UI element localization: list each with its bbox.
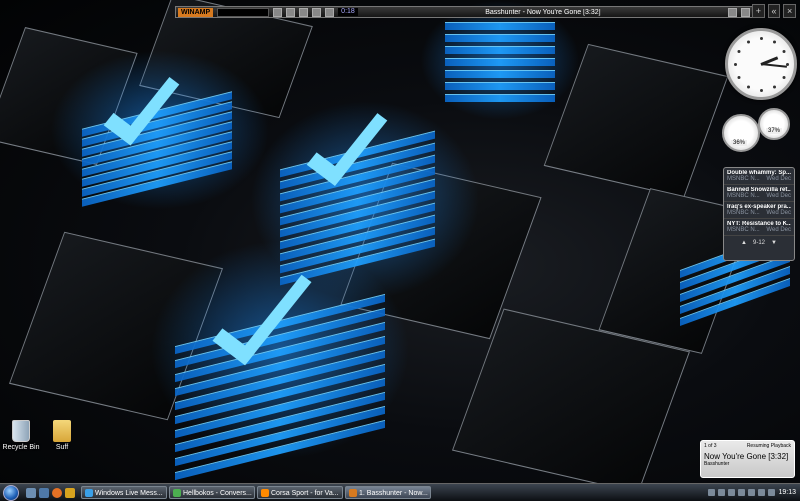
clock-tick xyxy=(736,75,740,79)
show-desktop-icon[interactable] xyxy=(26,487,36,498)
firefox-icon[interactable] xyxy=(52,487,62,498)
news-item[interactable]: Double whammy: Sp... MSNBC N... Wed Dec xyxy=(724,168,794,185)
recycle-bin-icon xyxy=(12,420,30,442)
desktop-icon-recycle-bin[interactable]: Recycle Bin xyxy=(1,420,41,451)
cpu-value: 36% xyxy=(731,140,748,146)
news-next-button[interactable]: ▼ xyxy=(771,240,777,246)
network-icon[interactable] xyxy=(758,489,766,496)
pause-button[interactable] xyxy=(299,7,309,17)
clock-tick xyxy=(772,39,776,43)
close-button[interactable] xyxy=(741,7,750,17)
tray-icon[interactable] xyxy=(718,489,726,496)
switch-windows-icon[interactable] xyxy=(39,487,49,498)
desktop[interactable]: WINAMP 0:18 Basshunter - Now You're Gone… xyxy=(0,0,800,483)
desktop-icon-suff-folder[interactable]: Suff xyxy=(42,420,82,451)
news-source: MSNBC N... xyxy=(727,193,760,199)
add-gadget-button[interactable]: + xyxy=(752,4,765,18)
sidebar-nav-button[interactable]: « xyxy=(767,4,781,18)
notification-counter: 1 of 3 xyxy=(704,443,717,449)
notification-song: Now You're Gone [3:32] xyxy=(704,452,789,461)
news-item[interactable]: Iraq's ex-speaker pra... MSNBC N... Wed D… xyxy=(724,202,794,219)
news-prev-button[interactable]: ▲ xyxy=(741,240,747,246)
folder-icon xyxy=(53,420,71,442)
clock-tick xyxy=(736,49,740,53)
start-button[interactable] xyxy=(0,484,22,501)
news-pager: ▲ 9-12 ▼ xyxy=(724,236,794,250)
clock-tick xyxy=(746,85,750,89)
taskbar-task-active[interactable]: 1. Basshunter - Now... xyxy=(345,486,431,499)
memory-dial xyxy=(758,108,790,140)
news-source: MSNBC N... xyxy=(727,227,760,233)
cpu-meter-gadget[interactable]: 36% 37% xyxy=(722,108,792,156)
volume-icon[interactable] xyxy=(768,489,776,496)
clock-tick xyxy=(782,75,786,79)
stop-button[interactable] xyxy=(312,7,322,17)
news-date: Wed Dec xyxy=(766,176,791,182)
taskbar-task[interactable]: Hellbokos - Convers... xyxy=(169,486,255,499)
play-button[interactable] xyxy=(286,7,296,17)
tray-icon[interactable] xyxy=(708,489,716,496)
winamp-icon[interactable] xyxy=(65,487,75,498)
clock-gadget[interactable] xyxy=(725,28,797,100)
news-item[interactable]: NYT: Resistance to K... MSNBC N... Wed De… xyxy=(724,219,794,236)
minimize-button[interactable] xyxy=(728,7,737,17)
sidebar-toolbar: + « × xyxy=(752,4,797,18)
winamp-logo: WINAMP xyxy=(178,7,214,17)
system-tray: 19:13 xyxy=(708,489,800,496)
news-date: Wed Dec xyxy=(766,193,791,199)
prev-button[interactable] xyxy=(273,7,283,17)
winamp-player-bar[interactable]: WINAMP 0:18 Basshunter - Now You're Gone… xyxy=(175,6,753,18)
clock-tick xyxy=(733,62,737,66)
notification-status: Resuming Playback xyxy=(746,443,791,449)
winamp-visualizer xyxy=(217,7,270,17)
news-item[interactable]: Banned Snowzilla ret... MSNBC N... Wed De… xyxy=(724,185,794,202)
tray-icon[interactable] xyxy=(728,489,736,496)
cpu-dial xyxy=(722,114,760,152)
taskbar-task[interactable]: Corsa Sport - for Va... xyxy=(257,486,343,499)
clock-tick xyxy=(772,85,776,89)
clock-tick xyxy=(759,36,763,40)
news-feed-gadget[interactable]: Double whammy: Sp... MSNBC N... Wed Dec B… xyxy=(723,167,795,261)
taskbar: Windows Live Mess... Hellbokos - Convers… xyxy=(0,483,800,501)
tray-icon[interactable] xyxy=(738,489,746,496)
next-button[interactable] xyxy=(325,7,335,17)
news-source: MSNBC N... xyxy=(727,176,760,182)
clock-tick xyxy=(746,39,750,43)
notification-artist: Basshunter xyxy=(704,461,730,467)
news-page-indicator: 9-12 xyxy=(752,240,765,246)
desktop-icon-label: Suff xyxy=(55,444,69,451)
news-source: MSNBC N... xyxy=(727,210,760,216)
news-date: Wed Dec xyxy=(766,210,791,216)
news-date: Wed Dec xyxy=(766,227,791,233)
sidebar-close-button[interactable]: × xyxy=(783,4,797,18)
taskbar-task[interactable]: Windows Live Mess... xyxy=(81,486,167,499)
tray-clock[interactable]: 19:13 xyxy=(778,489,796,496)
playback-time: 0:18 xyxy=(338,8,358,16)
track-title: Basshunter - Now You're Gone [3:32] xyxy=(485,8,601,16)
quick-launch xyxy=(22,487,79,498)
clock-tick xyxy=(759,88,763,92)
minute-hand xyxy=(760,63,787,68)
desktop-icon-label: Recycle Bin xyxy=(2,444,40,451)
playback-notification[interactable]: 1 of 3 Resuming Playback Now You're Gone… xyxy=(700,440,795,478)
tray-icon[interactable] xyxy=(748,489,756,496)
clock-tick xyxy=(782,49,786,53)
memory-value: 37% xyxy=(766,128,783,134)
windows-logo-icon xyxy=(3,484,19,501)
